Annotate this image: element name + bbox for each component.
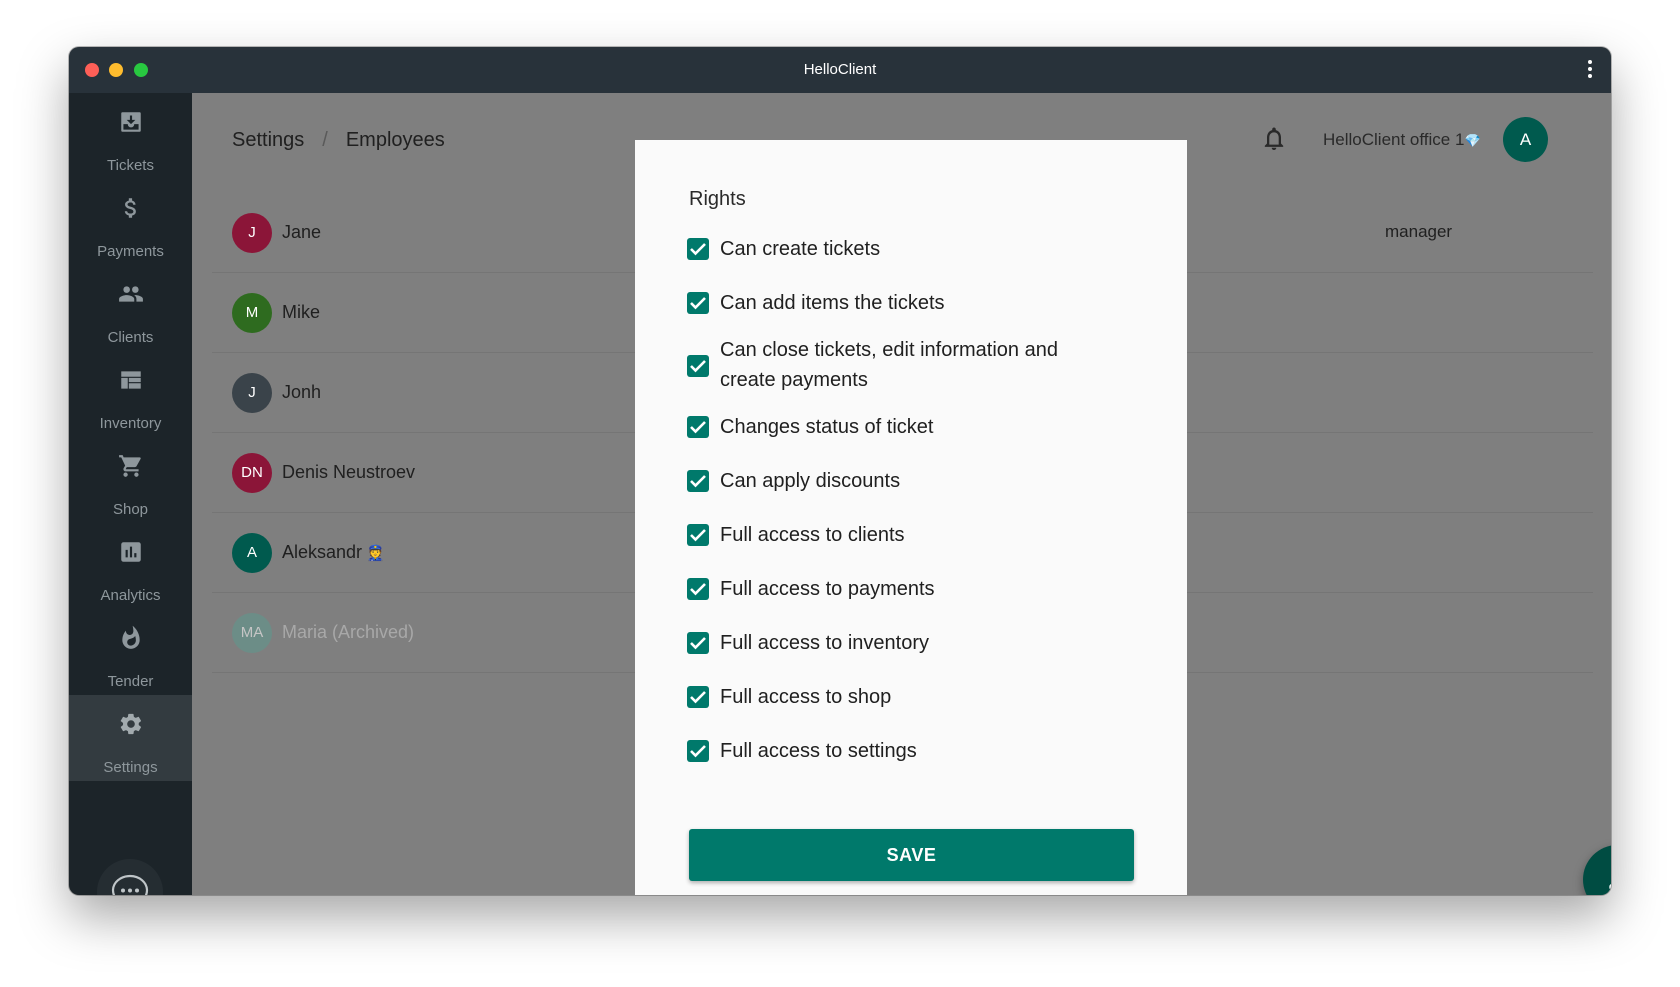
dollar-icon (118, 195, 144, 221)
check-icon (690, 297, 706, 310)
ticket-icon (118, 109, 144, 135)
office-name[interactable]: HelloClient office 1💎 (1323, 130, 1481, 150)
avatar: J (232, 213, 272, 253)
checkbox[interactable] (687, 578, 709, 600)
checkbox[interactable] (687, 740, 709, 762)
title-bar: HelloClient (69, 47, 1611, 93)
employee-name: Mike (282, 302, 321, 322)
rights-dialog: Rights Can create tickets Can add items … (635, 140, 1187, 895)
sidebar-item-label: Tender (107, 673, 154, 690)
employee-name: Jonh (282, 382, 322, 402)
sidebar-item-inventory[interactable]: Inventory (69, 351, 192, 437)
permission-label: Full access to payments (720, 578, 935, 600)
check-icon (690, 421, 706, 434)
checkbox[interactable] (687, 238, 709, 260)
notifications-bell-icon[interactable] (1262, 126, 1286, 157)
sidebar-item-settings[interactable]: Settings (69, 695, 192, 781)
checkbox[interactable] (687, 355, 709, 377)
sidebar-item-label: Settings (103, 759, 158, 776)
breadcrumb-employees: Employees (345, 129, 445, 151)
avatar: M (232, 293, 272, 333)
check-icon (690, 637, 706, 650)
officer-badge-icon: 👮 (366, 545, 385, 562)
breadcrumb-settings[interactable]: Settings (232, 129, 304, 151)
flame-icon (118, 625, 144, 651)
diamond-icon: 💎 (1464, 133, 1481, 148)
permission-label: Full access to inventory (720, 632, 929, 654)
sidebar-item-label: Clients (107, 329, 154, 346)
avatar: MA (232, 613, 272, 653)
permission-label: Full access to settings (720, 740, 917, 762)
chat-bubble-icon (111, 874, 149, 895)
avatar: J (232, 373, 272, 413)
check-icon (690, 583, 706, 596)
chart-icon (118, 539, 144, 565)
person-icon (1609, 884, 1611, 889)
check-icon (690, 243, 706, 256)
check-icon (690, 360, 706, 373)
avatar: A (232, 533, 272, 573)
app-window: HelloClient Tickets Payments Clients Inv… (69, 47, 1611, 895)
inventory-icon (118, 367, 144, 393)
sidebar: Tickets Payments Clients Inventory Shop (69, 93, 192, 895)
cart-icon (118, 453, 144, 479)
permission-label: Full access to clients (720, 524, 905, 546)
sidebar-item-label: Tickets (107, 157, 154, 174)
permission-label: Changes status of ticket (720, 416, 934, 438)
window-title: HelloClient (803, 61, 877, 78)
sidebar-item-clients[interactable]: Clients (69, 265, 192, 351)
sidebar-item-label: Shop (112, 501, 149, 518)
sidebar-item-analytics[interactable]: Analytics (69, 523, 192, 609)
gear-icon (118, 711, 144, 737)
permission-label: Can create tickets (720, 238, 881, 260)
sidebar-item-tender[interactable]: Tender (69, 609, 192, 695)
employee-name: Jane (282, 222, 322, 242)
check-icon (690, 745, 706, 758)
permission-label: Full access to shop (720, 686, 892, 708)
sidebar-item-label: Inventory (99, 415, 162, 432)
more-menu-icon[interactable] (1587, 60, 1593, 80)
breadcrumb: Settings / Employees (232, 129, 445, 152)
sidebar-item-label: Payments (97, 243, 164, 260)
employee-name: Denis Neustroev (282, 462, 416, 482)
check-icon (690, 529, 706, 542)
sidebar-item-tickets[interactable]: Tickets (69, 93, 192, 179)
employee-role: manager (1385, 222, 1453, 241)
checkbox[interactable] (687, 632, 709, 654)
dialog-title: Rights (689, 188, 746, 210)
checkbox[interactable] (687, 686, 709, 708)
chat-button[interactable] (97, 859, 163, 895)
permission-label: Can add items the tickets (720, 292, 945, 314)
checkbox[interactable] (687, 524, 709, 546)
add-employee-button[interactable] (1583, 845, 1611, 895)
sidebar-item-shop[interactable]: Shop (69, 437, 192, 523)
checkbox[interactable] (687, 292, 709, 314)
permission-label: Can apply discounts (720, 470, 901, 492)
avatar: DN (232, 453, 272, 493)
employee-name: Aleksandr 👮 (282, 542, 385, 562)
permission-label: Can close tickets, edit information and c… (720, 339, 1058, 391)
checkbox[interactable] (687, 470, 709, 492)
sidebar-item-payments[interactable]: Payments (69, 179, 192, 265)
employee-name: Maria (Archived) (282, 622, 415, 642)
check-icon (690, 691, 706, 704)
checkbox[interactable] (687, 416, 709, 438)
user-avatar[interactable]: A (1503, 117, 1548, 162)
people-icon (118, 281, 144, 307)
breadcrumb-separator: / (322, 129, 328, 151)
sidebar-item-label: Analytics (100, 587, 161, 604)
save-button[interactable]: SAVE (689, 829, 1134, 881)
check-icon (690, 475, 706, 488)
